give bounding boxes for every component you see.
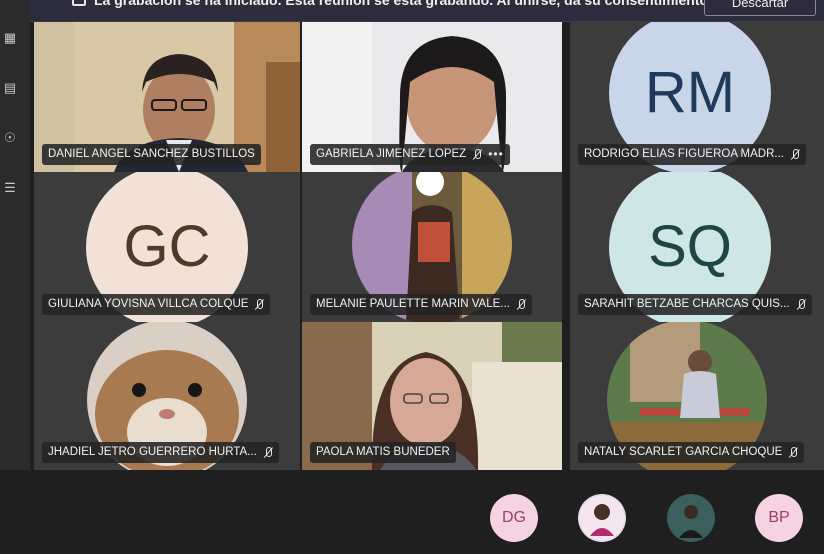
participant-name-label: SARAHIT BETZABE CHARCAS QUIS... (578, 294, 812, 315)
more-options-icon[interactable]: ••• (488, 144, 504, 165)
mic-muted-icon (796, 298, 806, 311)
mic-muted-icon (790, 148, 800, 161)
participant-name-label: RODRIGO ELIAS FIGUEROA MADR... (578, 144, 807, 165)
recording-info-icon (72, 0, 86, 6)
participant-tile-giuliana[interactable]: GC GIULIANA YOVISNA VILLCA COLQUE (34, 172, 300, 322)
avatar-initials: BP (768, 509, 790, 526)
dismiss-button[interactable]: Descartar (704, 0, 816, 16)
mic-muted-icon (254, 298, 264, 311)
participant-name: RODRIGO ELIAS FIGUEROA MADR... (584, 148, 785, 160)
participant-name: MELANIE PAULETTE MARIN VALE... (316, 298, 510, 310)
recording-banner: La grabación se ha iniciado. Esta reunió… (30, 0, 824, 22)
participant-name-label: NATALY SCARLET GARCIA CHOQUE (578, 442, 805, 463)
participant-name-label: DANIEL ANGEL SANCHEZ BUSTILLOS (42, 144, 261, 165)
mic-muted-icon (788, 446, 798, 459)
video-grid: DANIEL ANGEL SANCHEZ BUSTILLOS GABRIELA … (34, 22, 824, 470)
participant-tile-nataly[interactable]: NATALY SCARLET GARCIA CHOQUE (570, 322, 824, 470)
avatar-photo (667, 494, 715, 542)
calendar-icon[interactable]: ▦ (2, 30, 18, 46)
avatar-initials: SQ (648, 214, 732, 279)
participant-name-label: GABRIELA JIMENEZ LOPEZ ••• (310, 144, 510, 165)
list-icon[interactable]: ☰ (2, 180, 18, 196)
participant-name-label: JHADIEL JETRO GUERRERO HURTA... (42, 442, 279, 463)
overflow-participant-avatar[interactable] (667, 494, 715, 542)
banner-text: La grabación se ha iniciado. Esta reunió… (94, 0, 720, 8)
participant-tile-rodrigo[interactable]: RM RODRIGO ELIAS FIGUEROA MADR... (570, 22, 824, 172)
overflow-participants-bar: DG BP (0, 470, 824, 554)
participant-tile-gabriela[interactable]: GABRIELA JIMENEZ LOPEZ ••• (302, 22, 562, 172)
participant-name: SARAHIT BETZABE CHARCAS QUIS... (584, 298, 790, 310)
files-icon[interactable]: ▤ (2, 80, 18, 96)
participant-name: JHADIEL JETRO GUERRERO HURTA... (48, 446, 257, 458)
participant-name-label: PAOLA MATIS BUNEDER (310, 442, 456, 463)
participant-name-label: MELANIE PAULETTE MARIN VALE... (310, 294, 532, 315)
participant-name-label: GIULIANA YOVISNA VILLCA COLQUE (42, 294, 271, 315)
location-icon[interactable]: ☉ (2, 130, 18, 146)
participant-tile-melanie[interactable]: MELANIE PAULETTE MARIN VALE... (302, 172, 562, 322)
participant-tile-paola[interactable]: PAOLA MATIS BUNEDER (302, 322, 562, 470)
overflow-participant-avatar[interactable] (578, 494, 626, 542)
participant-name: GIULIANA YOVISNA VILLCA COLQUE (48, 298, 249, 310)
avatar-photo (578, 494, 626, 542)
mic-muted-icon (263, 446, 273, 459)
overflow-participant-avatar[interactable]: DG (490, 494, 538, 542)
overflow-participant-avatar[interactable]: BP (755, 494, 803, 542)
participant-name: PAOLA MATIS BUNEDER (316, 446, 450, 458)
avatar-initials: RM (644, 60, 736, 125)
participant-name: DANIEL ANGEL SANCHEZ BUSTILLOS (48, 148, 255, 160)
participant-tile-sarahit[interactable]: SQ SARAHIT BETZABE CHARCAS QUIS... (570, 172, 824, 322)
participant-tile-daniel[interactable]: DANIEL ANGEL SANCHEZ BUSTILLOS (34, 22, 300, 172)
avatar-initials: GC (123, 214, 211, 279)
avatar-initials: DG (502, 509, 526, 526)
mic-muted-icon (472, 148, 482, 161)
participant-tile-jhadiel[interactable]: JHADIEL JETRO GUERRERO HURTA... (34, 322, 300, 470)
participant-name: GABRIELA JIMENEZ LOPEZ (316, 148, 467, 160)
teams-meeting-window: ▦ ▤ ☉ ☰ La grabación se ha iniciado. Est… (0, 0, 824, 554)
participant-name: NATALY SCARLET GARCIA CHOQUE (584, 446, 783, 458)
mic-muted-icon (516, 298, 526, 311)
